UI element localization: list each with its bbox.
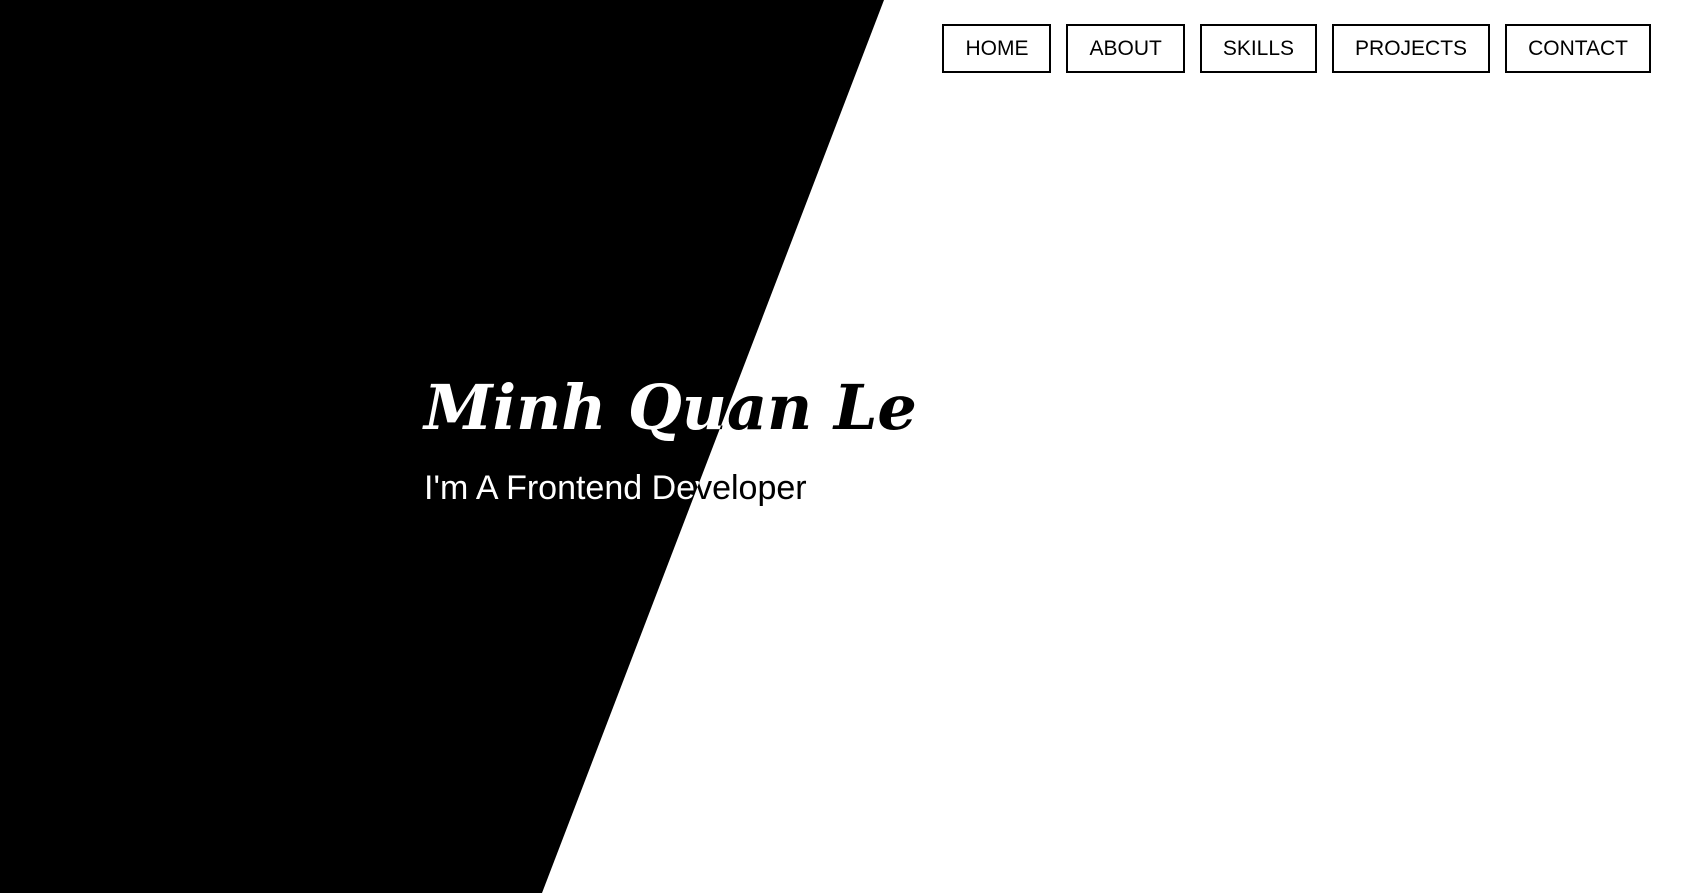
nav-home-button[interactable]: HOME	[942, 24, 1052, 73]
hero-section: Minh Quan Le I'm A Frontend Developer	[424, 360, 917, 510]
hero-name: Minh Quan Le	[424, 371, 917, 444]
nav-skills-button[interactable]: SKILLS	[1199, 24, 1318, 73]
nav-projects-button[interactable]: PROJECTS	[1332, 24, 1491, 73]
page: HOME ABOUT SKILLS PROJECTS CONTACT Minh …	[0, 0, 1682, 893]
hero-subtitle: I'm A Frontend Developer	[424, 469, 807, 507]
nav-about-button[interactable]: ABOUT	[1066, 24, 1185, 73]
nav-contact-button[interactable]: CONTACT	[1505, 24, 1651, 73]
main-navigation: HOME ABOUT SKILLS PROJECTS CONTACT	[942, 24, 1651, 73]
